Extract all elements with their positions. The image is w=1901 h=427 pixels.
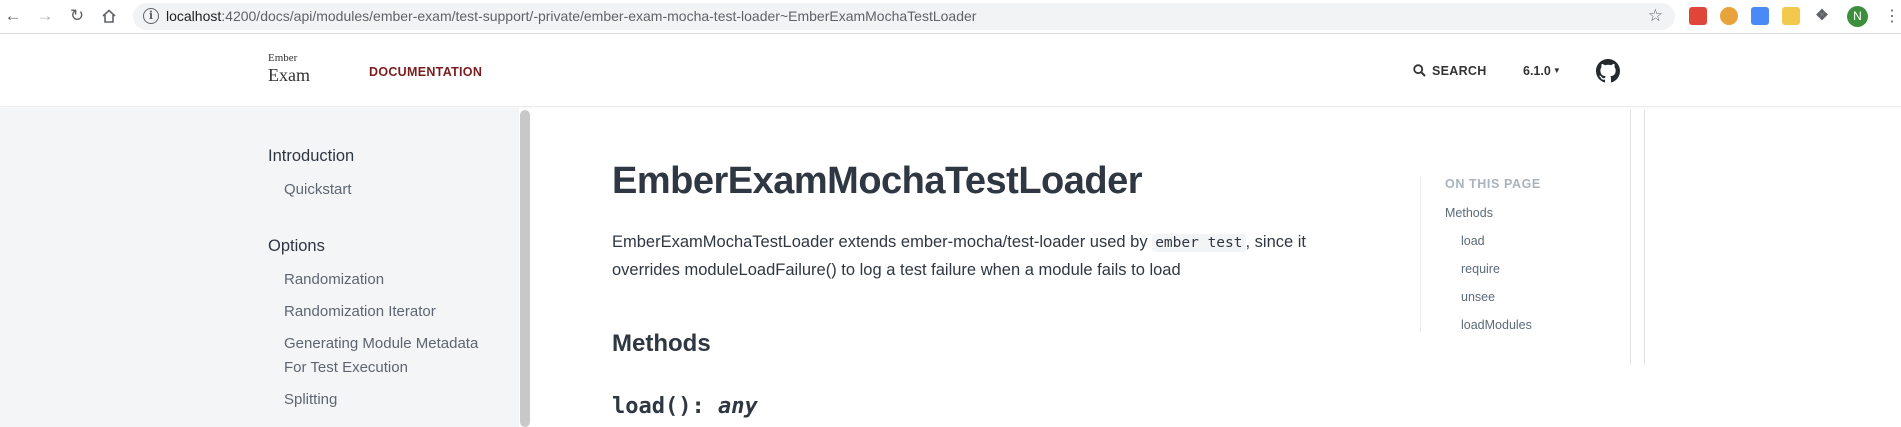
- logo-line-exam: Exam: [268, 65, 310, 85]
- github-icon[interactable]: [1596, 59, 1620, 88]
- logo-line-ember: Ember: [268, 52, 298, 64]
- toc-link-loadmodules[interactable]: loadModules: [1461, 318, 1532, 332]
- content-divider-2: [1644, 110, 1645, 365]
- red-extension-icon[interactable]: [1689, 7, 1707, 25]
- site-info-icon[interactable]: i: [143, 8, 159, 24]
- search-icon: [1413, 64, 1426, 77]
- home-icon[interactable]: [98, 5, 120, 27]
- toc-link-methods[interactable]: Methods: [1445, 206, 1493, 220]
- toc-link-unsee[interactable]: unsee: [1461, 290, 1495, 304]
- return-type: any: [717, 394, 758, 419]
- url-path: :4200/docs/api/modules/ember-exam/test-s…: [221, 8, 977, 24]
- method-name: load():: [612, 394, 718, 419]
- address-bar[interactable]: i localhost:4200/docs/api/modules/ember-…: [133, 3, 1675, 30]
- back-arrow-icon[interactable]: ←: [2, 5, 24, 27]
- sidebar-item-module-metadata[interactable]: Generating Module Metadata For Test Exec…: [284, 332, 489, 380]
- description-text-1: EmberExamMochaTestLoader extends ember-m…: [612, 233, 1153, 251]
- chevron-down-icon: ▼: [1552, 66, 1561, 75]
- more-menu-icon[interactable]: ⋮: [1884, 6, 1900, 26]
- sidebar-scrollbar[interactable]: [520, 110, 530, 427]
- methods-heading: Methods: [612, 330, 711, 357]
- yellow-extension-icon[interactable]: [1782, 7, 1800, 25]
- sidebar-item-quickstart[interactable]: Quickstart: [284, 178, 352, 202]
- version-label: 6.1.0: [1523, 64, 1551, 78]
- toc-title: ON THIS PAGE: [1445, 177, 1541, 191]
- toc-link-require[interactable]: require: [1461, 262, 1500, 276]
- url-host: localhost: [166, 8, 222, 24]
- orange-extension-icon[interactable]: [1720, 7, 1738, 25]
- method-signature-load: load(): any: [612, 394, 758, 419]
- class-description: EmberExamMochaTestLoader extends ember-m…: [612, 229, 1332, 284]
- search-button[interactable]: SEARCH: [1413, 64, 1487, 78]
- sidebar-section-options[interactable]: Options: [268, 237, 325, 256]
- forward-arrow-icon[interactable]: →: [34, 5, 56, 27]
- search-label: SEARCH: [1432, 64, 1487, 78]
- blue-extension-icon[interactable]: [1751, 7, 1769, 25]
- version-dropdown[interactable]: 6.1.0 ▼: [1523, 64, 1561, 78]
- sidebar-item-randomization-iterator[interactable]: Randomization Iterator: [284, 300, 436, 324]
- sidebar-item-splitting[interactable]: Splitting: [284, 388, 337, 412]
- page-title: EmberExamMochaTestLoader: [612, 160, 1143, 202]
- toc-divider: [1420, 176, 1421, 332]
- reload-icon[interactable]: ↻: [66, 5, 88, 27]
- documentation-nav-link[interactable]: DOCUMENTATION: [369, 65, 482, 79]
- logo[interactable]: Ember Exam: [268, 52, 310, 85]
- site-header: Ember Exam DOCUMENTATION SEARCH 6.1.0 ▼: [0, 35, 1901, 107]
- bookmark-star-icon[interactable]: ☆: [1648, 6, 1663, 26]
- profile-avatar[interactable]: N: [1847, 6, 1868, 27]
- browser-toolbar: ← → ↻ i localhost:4200/docs/api/modules/…: [0, 0, 1901, 34]
- toc-link-load[interactable]: load: [1461, 234, 1485, 248]
- url-text[interactable]: localhost:4200/docs/api/modules/ember-ex…: [166, 8, 976, 24]
- content-divider: [1630, 110, 1631, 365]
- puzzle-extensions-icon[interactable]: ❖: [1813, 7, 1831, 25]
- inline-code: ember test: [1152, 234, 1246, 252]
- sidebar-item-randomization[interactable]: Randomization: [284, 268, 384, 292]
- sidebar-section-introduction[interactable]: Introduction: [268, 147, 354, 166]
